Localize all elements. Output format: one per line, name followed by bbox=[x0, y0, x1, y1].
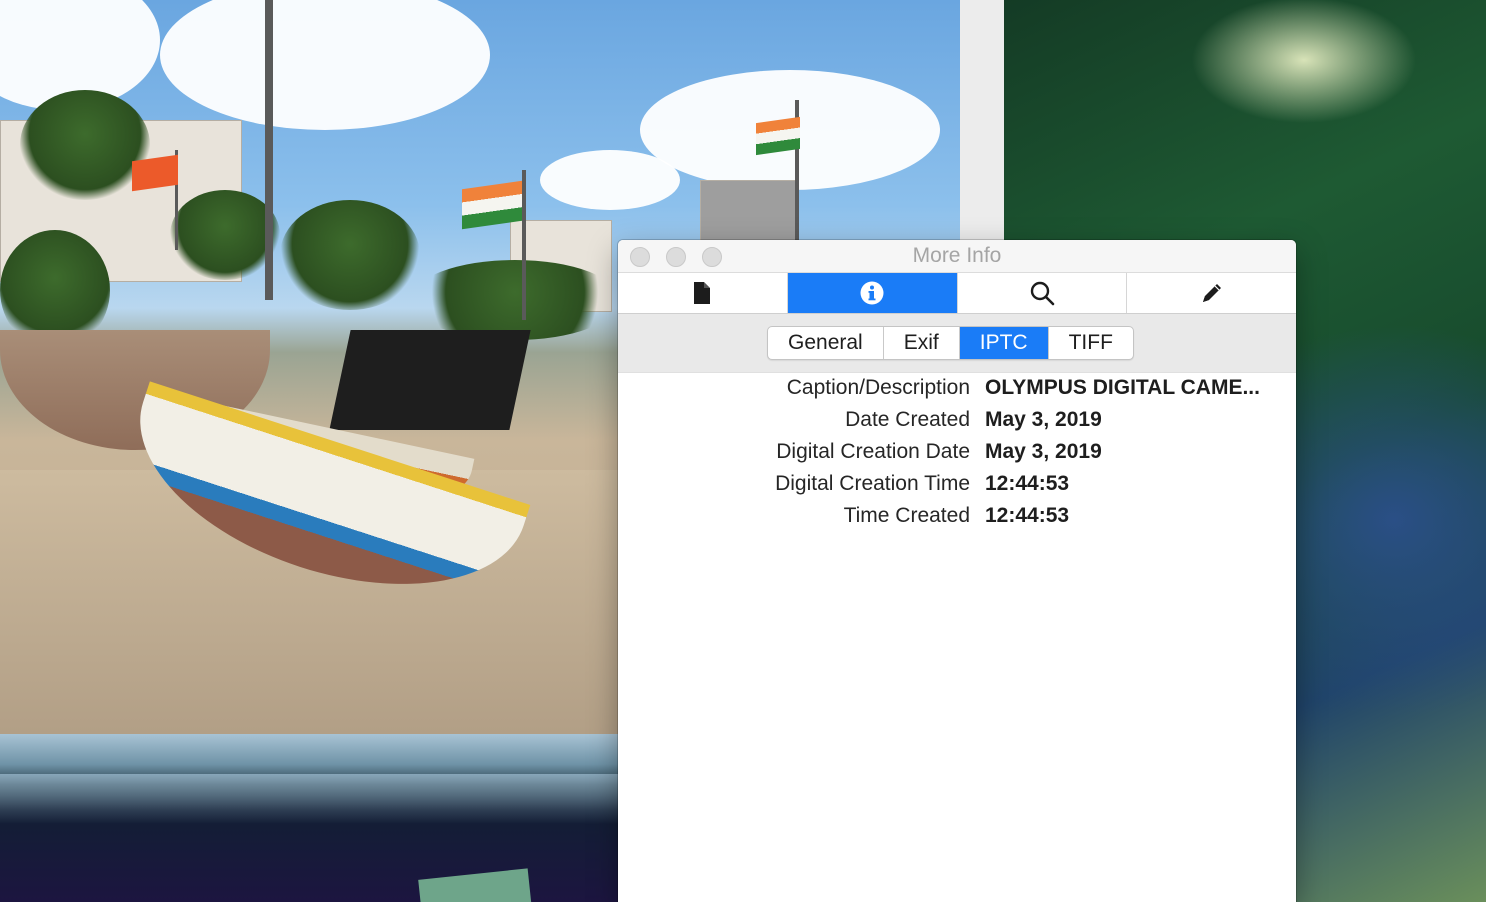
document-icon bbox=[692, 281, 712, 305]
segment-tiff[interactable]: TIFF bbox=[1049, 327, 1133, 359]
iptc-info-list: Caption/Description OLYMPUS DIGITAL CAME… bbox=[618, 372, 1296, 532]
info-value: May 3, 2019 bbox=[985, 440, 1102, 463]
tab-file-info[interactable] bbox=[618, 273, 788, 313]
segment-iptc[interactable]: IPTC bbox=[959, 327, 1049, 359]
segment-exif[interactable]: Exif bbox=[884, 327, 960, 359]
inspector-toolbar bbox=[618, 273, 1296, 314]
metadata-segmented-control: General Exif IPTC TIFF bbox=[767, 326, 1134, 360]
info-row-time-created: Time Created 12:44:53 bbox=[618, 500, 1296, 532]
info-key: Digital Creation Time bbox=[775, 472, 970, 495]
info-icon bbox=[859, 280, 885, 306]
info-row-caption: Caption/Description OLYMPUS DIGITAL CAME… bbox=[618, 372, 1296, 404]
background-photo-blurred bbox=[0, 734, 618, 902]
info-value: May 3, 2019 bbox=[985, 408, 1102, 431]
window-title: More Info bbox=[912, 244, 1002, 267]
info-key: Time Created bbox=[843, 504, 970, 527]
segment-bar: General Exif IPTC TIFF bbox=[618, 314, 1296, 373]
info-value: 12:44:53 bbox=[985, 504, 1070, 527]
pencil-icon bbox=[1199, 280, 1225, 306]
info-row-date-created: Date Created May 3, 2019 bbox=[618, 404, 1296, 436]
tab-search-info[interactable] bbox=[958, 273, 1128, 313]
window-titlebar[interactable]: More Info bbox=[618, 240, 1296, 273]
info-value: 12:44:53 bbox=[985, 472, 1070, 495]
info-row-digital-creation-time: Digital Creation Time 12:44:53 bbox=[618, 468, 1296, 500]
more-info-window: More Info General Exif IPTC TIFF Caption… bbox=[618, 240, 1296, 902]
info-row-digital-creation-date: Digital Creation Date May 3, 2019 bbox=[618, 436, 1296, 468]
info-key: Date Created bbox=[845, 408, 970, 431]
info-value: OLYMPUS DIGITAL CAME... bbox=[985, 376, 1260, 399]
segment-general[interactable]: General bbox=[768, 327, 884, 359]
info-key: Caption/Description bbox=[786, 376, 970, 399]
tab-annotations[interactable] bbox=[1127, 273, 1296, 313]
info-key: Digital Creation Date bbox=[776, 440, 970, 463]
background-window-edge bbox=[960, 0, 1004, 240]
tab-general-info[interactable] bbox=[787, 273, 958, 313]
magnifier-icon bbox=[1029, 280, 1055, 306]
